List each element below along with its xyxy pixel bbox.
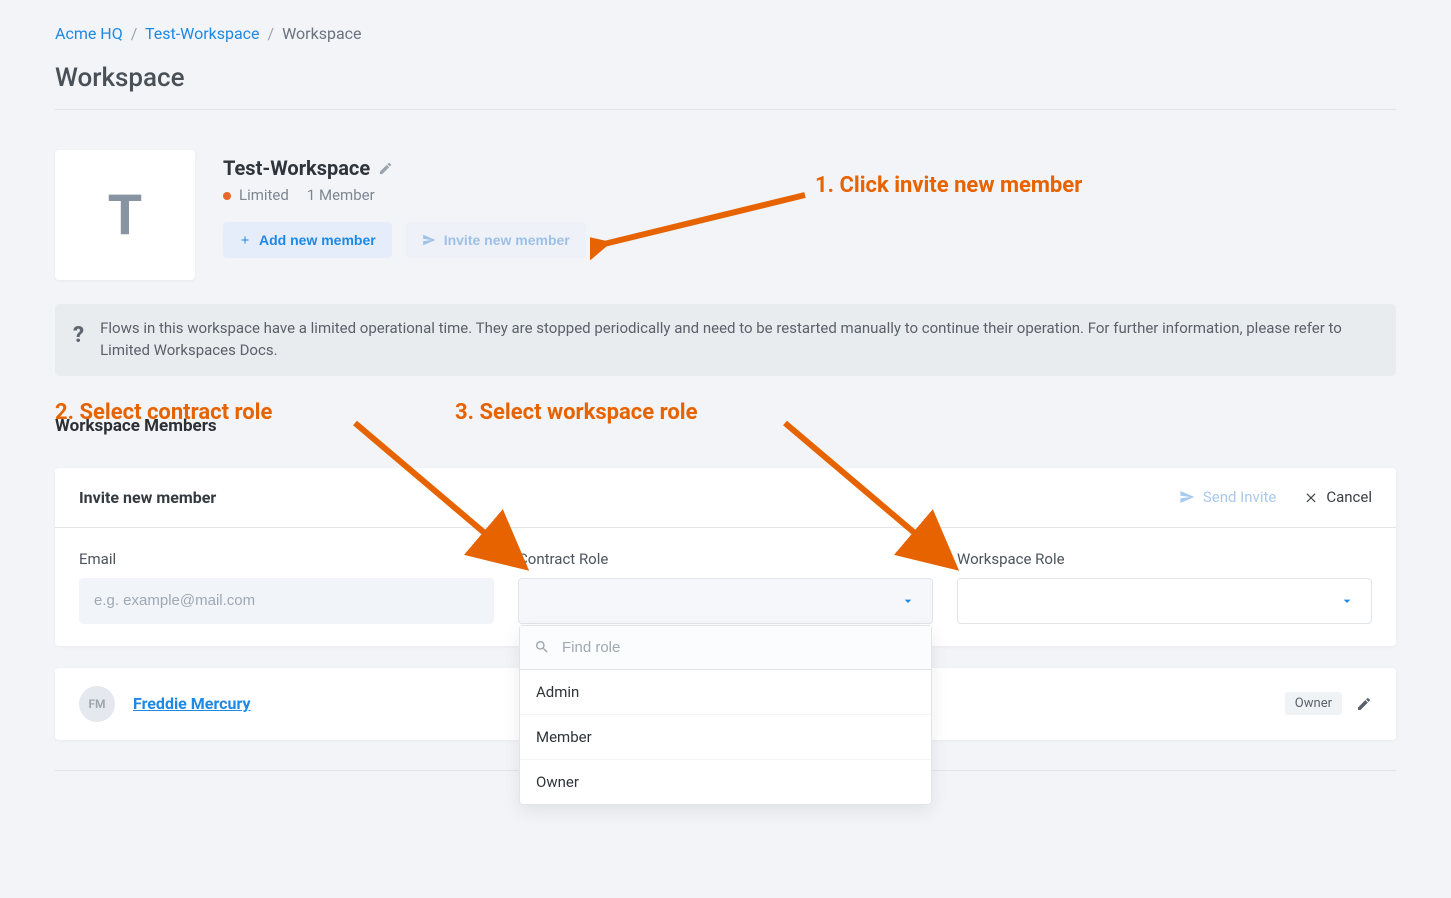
invite-panel-title: Invite new member [79, 488, 216, 507]
contract-role-label: Contract Role [518, 550, 933, 568]
member-name-link[interactable]: Freddie Mercury [133, 694, 251, 713]
contract-role-dropdown: Admin Member Owner [519, 625, 932, 805]
workspace-tile: T [55, 150, 195, 280]
plus-icon [239, 234, 251, 246]
chevron-down-icon [1339, 593, 1355, 609]
add-new-member-button[interactable]: Add new member [223, 222, 392, 258]
pencil-icon[interactable] [378, 161, 393, 176]
paper-plane-icon [422, 233, 436, 247]
invite-panel: Invite new member Send Invite Cancel [55, 468, 1396, 646]
find-role-input[interactable] [560, 638, 917, 657]
breadcrumb-org[interactable]: Acme HQ [55, 24, 123, 43]
members-section-title: Workspace Members [55, 416, 1396, 436]
contract-role-select[interactable]: Admin Member Owner [518, 578, 933, 624]
breadcrumb-workspace[interactable]: Test-Workspace [145, 24, 260, 43]
workspace-member-count: 1 Member [307, 186, 375, 204]
info-banner: ? Flows in this workspace have a limited… [55, 304, 1396, 376]
invite-new-member-button[interactable]: Invite new member [406, 222, 586, 258]
role-option-admin[interactable]: Admin [520, 670, 931, 714]
page-title: Workspace [55, 63, 1396, 93]
role-option-owner[interactable]: Owner [520, 759, 931, 804]
workspace-role-label: Workspace Role [957, 550, 1372, 568]
close-icon [1304, 490, 1318, 504]
role-option-member[interactable]: Member [520, 714, 931, 759]
send-invite-button[interactable]: Send Invite [1179, 488, 1276, 506]
breadcrumb: Acme HQ / Test-Workspace / Workspace [55, 24, 1396, 43]
email-label: Email [79, 550, 494, 568]
role-badge: Owner [1285, 692, 1342, 715]
email-field[interactable] [79, 578, 494, 624]
avatar: FM [79, 686, 115, 722]
workspace-tile-letter: T [108, 182, 143, 248]
pencil-icon[interactable] [1356, 696, 1372, 712]
workspace-role-select[interactable] [957, 578, 1372, 624]
status-dot-icon [223, 192, 231, 200]
paper-plane-icon [1179, 489, 1195, 505]
info-banner-text: Flows in this workspace have a limited o… [100, 318, 1378, 362]
question-icon: ? [73, 320, 84, 352]
breadcrumb-current: Workspace [282, 24, 361, 43]
workspace-name: Test-Workspace [223, 156, 370, 180]
workspace-status: Limited [239, 186, 289, 204]
cancel-button[interactable]: Cancel [1304, 488, 1372, 506]
search-icon [534, 639, 550, 655]
chevron-down-icon [900, 593, 916, 609]
